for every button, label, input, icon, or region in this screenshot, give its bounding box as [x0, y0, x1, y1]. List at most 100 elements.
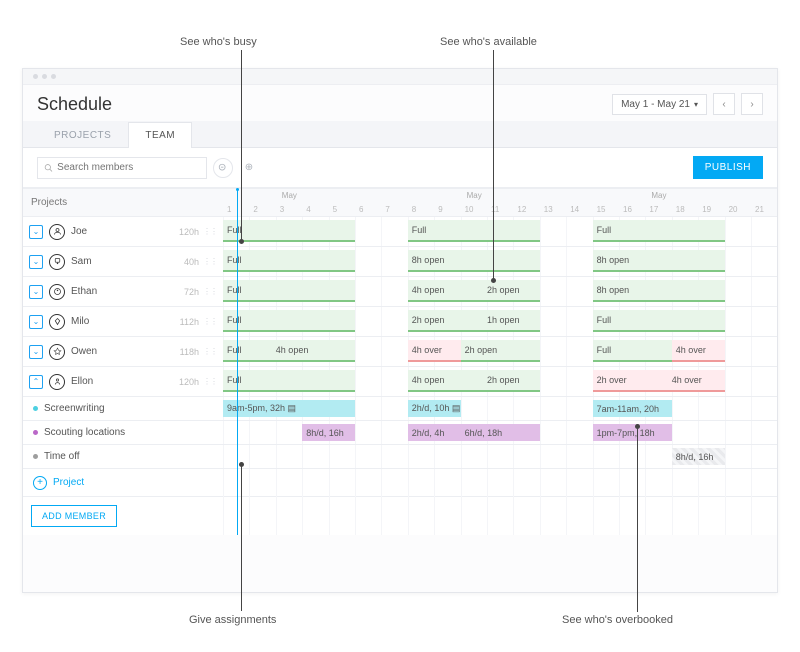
search-icon: [44, 163, 53, 173]
month-label: May: [651, 191, 666, 200]
app-window: Schedule May 1 - May 21 ▾ ‹ › PROJECTS T…: [22, 68, 778, 593]
month-label: May: [467, 191, 482, 200]
member-row[interactable]: ⌄ Owen 118h ⋮⋮: [23, 337, 223, 367]
member-row[interactable]: ⌄ Milo 112h ⋮⋮: [23, 307, 223, 337]
assignment-block[interactable]: 2h/d, 10h ▤: [408, 400, 461, 417]
schedule-block[interactable]: Full: [223, 250, 355, 272]
schedule-block[interactable]: 2h over4h over: [593, 370, 725, 392]
member-row[interactable]: ⌄ Sam 40h ⋮⋮: [23, 247, 223, 277]
expand-toggle[interactable]: ⌄: [29, 255, 43, 269]
schedule-block[interactable]: 4h over: [408, 340, 461, 362]
add-member-button[interactable]: ADD MEMBER: [31, 505, 117, 527]
schedule-block[interactable]: Full: [593, 340, 672, 362]
avatar-icon: [49, 374, 65, 390]
day-label: 10: [465, 205, 474, 214]
subproject-name: Screenwriting: [44, 403, 105, 414]
timeline-subrow: 9am-5pm, 32h ▤ 2h/d, 10h ▤ 7am-11am, 20h: [223, 397, 777, 421]
prev-button[interactable]: ‹: [713, 93, 735, 115]
expand-toggle[interactable]: ⌄: [29, 315, 43, 329]
expand-toggle[interactable]: ⌄: [29, 345, 43, 359]
drag-handle-icon[interactable]: ⋮⋮: [203, 320, 217, 324]
member-row[interactable]: ⌃ Ellon 120h ⋮⋮: [23, 367, 223, 397]
schedule-block[interactable]: 4h over: [672, 340, 725, 362]
day-label: 14: [570, 205, 579, 214]
timeline-row: Full 8h open 8h open: [223, 247, 777, 277]
member-name: Ellon: [71, 376, 93, 387]
timeline-row: FullFullFull: [223, 217, 777, 247]
schedule-block[interactable]: 8h open: [593, 280, 725, 302]
timeline-row: Full 2h open1h open Full: [223, 307, 777, 337]
next-button[interactable]: ›: [741, 93, 763, 115]
drag-handle-icon[interactable]: ⋮⋮: [203, 380, 217, 384]
member-name: Ethan: [71, 286, 97, 297]
timeline-row: Full 4h open2h open 8h open: [223, 277, 777, 307]
day-label: 12: [517, 205, 526, 214]
member-row[interactable]: ⌄ Joe 120h ⋮⋮: [23, 217, 223, 247]
day-label: 19: [702, 205, 711, 214]
add-project[interactable]: + Project: [23, 469, 223, 497]
publish-button[interactable]: PUBLISH: [693, 156, 763, 179]
schedule-block[interactable]: Full4h open: [223, 340, 355, 362]
avatar-icon: [49, 254, 65, 270]
assignment-block[interactable]: 7am-11am, 20h: [593, 400, 672, 417]
subproject-row[interactable]: Screenwriting: [23, 397, 223, 421]
schedule-block[interactable]: Full: [223, 370, 355, 392]
day-label: 13: [544, 205, 553, 214]
drag-handle-icon[interactable]: ⋮⋮: [203, 230, 217, 234]
member-hours: 120h: [179, 377, 199, 387]
schedule-block[interactable]: 4h open2h open: [408, 370, 540, 392]
callout-busy: See who's busy: [180, 36, 257, 48]
day-label: 9: [438, 205, 442, 214]
title-bar: [23, 69, 777, 85]
member-hours: 72h: [184, 287, 199, 297]
tab-team[interactable]: TEAM: [128, 122, 192, 148]
day-label: 8: [412, 205, 416, 214]
assignment-block[interactable]: 8h/d, 16h: [672, 448, 725, 465]
assignment-block[interactable]: 1pm-7pm, 18h: [593, 424, 672, 441]
assignment-block[interactable]: 8h/d, 16h: [302, 424, 355, 441]
schedule-block[interactable]: Full: [223, 280, 355, 302]
schedule-block[interactable]: 8h open: [408, 250, 540, 272]
schedule-block[interactable]: 2h open: [461, 340, 540, 362]
project-color-dot: [33, 430, 38, 435]
date-range-picker[interactable]: May 1 - May 21 ▾: [612, 94, 707, 115]
drag-handle-icon[interactable]: ⋮⋮: [203, 290, 217, 294]
filter-icon[interactable]: [213, 158, 233, 178]
subproject-name: Scouting locations: [44, 427, 125, 438]
schedule-block[interactable]: Full: [593, 310, 725, 332]
timeline-row: Full4h open4h over2h openFull4h over: [223, 337, 777, 367]
day-label: 6: [359, 205, 363, 214]
timeline-subrow: 8h/d, 16h 2h/d, 4h6h/d, 18h 1pm-7pm, 18h: [223, 421, 777, 445]
day-label: 20: [729, 205, 738, 214]
avatar-icon: [49, 314, 65, 330]
assignment-block[interactable]: 9am-5pm, 32h ▤: [223, 400, 355, 417]
search-input[interactable]: [37, 157, 207, 179]
drag-handle-icon[interactable]: ⋮⋮: [203, 350, 217, 354]
member-name: Milo: [71, 316, 89, 327]
assignment-block[interactable]: 2h/d, 4h: [408, 424, 461, 441]
page-title: Schedule: [37, 94, 112, 115]
schedule-block[interactable]: 4h open2h open: [408, 280, 540, 302]
schedule-block[interactable]: Full: [593, 220, 725, 242]
avatar-icon: [49, 224, 65, 240]
day-label: 7: [385, 205, 389, 214]
member-row[interactable]: ⌄ Ethan 72h ⋮⋮: [23, 277, 223, 307]
avatar-icon: [49, 344, 65, 360]
project-color-dot: [33, 454, 38, 459]
subproject-row[interactable]: Scouting locations: [23, 421, 223, 445]
schedule-block[interactable]: Full: [408, 220, 540, 242]
schedule-block[interactable]: 8h open: [593, 250, 725, 272]
subproject-row[interactable]: Time off: [23, 445, 223, 469]
day-label: 4: [306, 205, 310, 214]
tab-projects[interactable]: PROJECTS: [37, 122, 128, 148]
timeline-row: Full 4h open2h open 2h over4h over: [223, 367, 777, 397]
expand-toggle[interactable]: ⌃: [29, 375, 43, 389]
drag-handle-icon[interactable]: ⋮⋮: [203, 260, 217, 264]
day-label: 5: [333, 205, 337, 214]
schedule-block[interactable]: Full: [223, 310, 355, 332]
assignment-block[interactable]: 6h/d, 18h: [461, 424, 540, 441]
expand-toggle[interactable]: ⌄: [29, 285, 43, 299]
schedule-block[interactable]: 2h open1h open: [408, 310, 540, 332]
expand-toggle[interactable]: ⌄: [29, 225, 43, 239]
add-icon[interactable]: ⊕: [239, 158, 259, 178]
